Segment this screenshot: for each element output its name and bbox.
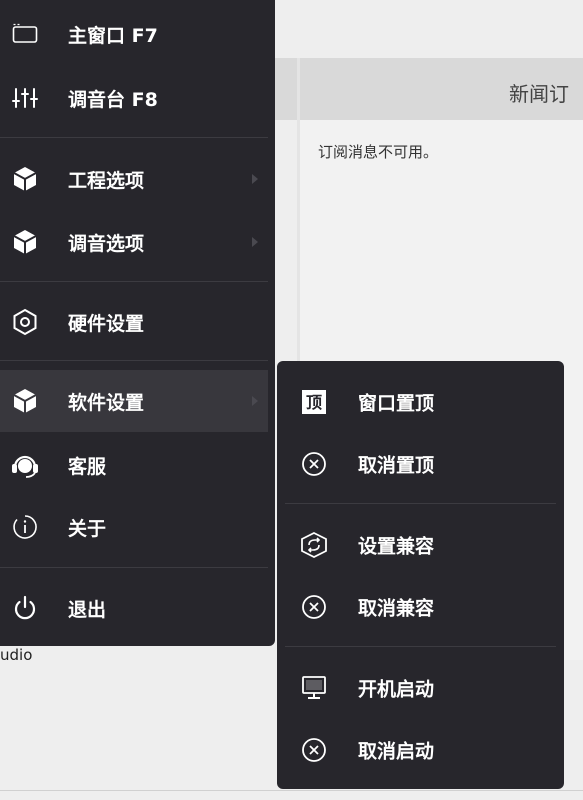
pin-top-icon-text: 顶: [306, 393, 322, 412]
menu-item-about[interactable]: 关于: [0, 496, 275, 558]
submenu-item-cancel-launch[interactable]: 取消启动: [277, 719, 564, 781]
menu-item-label: 调音台 F8: [68, 88, 158, 111]
submenu-item-label: 开机启动: [358, 678, 435, 701]
submenu-item-launch-on-boot[interactable]: 开机启动: [277, 657, 564, 719]
submenu-item-label: 设置兼容: [358, 535, 435, 558]
menu-item-label: 软件设置: [68, 391, 145, 414]
submenu-arrow-icon: [252, 396, 258, 406]
menu-item-label: 退出: [68, 598, 107, 621]
menu-item-main-window[interactable]: 主窗口 F7: [0, 3, 275, 65]
menu-separator: [0, 137, 268, 138]
info-icon: [10, 512, 40, 542]
headset-icon: [10, 450, 40, 480]
submenu-separator: [285, 646, 556, 647]
subscription-message: 订阅消息不可用。: [318, 143, 439, 161]
cancel-icon: [299, 449, 329, 479]
compat-icon: [299, 530, 329, 560]
menu-separator: [0, 281, 268, 282]
submenu-item-label: 取消兼容: [358, 597, 435, 620]
mixer-icon: [10, 83, 40, 113]
submenu-item-cancel-compat[interactable]: 取消兼容: [277, 576, 564, 638]
submenu-item-label: 取消置顶: [358, 454, 435, 477]
hexagon-gear-icon: [10, 307, 40, 337]
submenu-item-label: 窗口置顶: [358, 392, 435, 415]
submenu-item-set-compat[interactable]: 设置兼容: [277, 514, 564, 576]
menu-item-label: 关于: [68, 517, 107, 540]
news-panel-title: 新闻订: [509, 82, 569, 106]
menu-item-software-settings[interactable]: 软件设置: [0, 370, 268, 432]
submenu-item-cancel-on-top[interactable]: 取消置顶: [277, 433, 564, 495]
cancel-icon: [299, 735, 329, 765]
cube-icon: [10, 227, 40, 257]
submenu-item-window-on-top[interactable]: 顶 窗口置顶: [277, 371, 564, 433]
power-icon: [10, 593, 40, 623]
menu-item-mixer[interactable]: 调音台 F8: [0, 67, 275, 129]
menu-item-mixing-options[interactable]: 调音选项: [0, 211, 275, 273]
submenu-separator: [285, 503, 556, 504]
menu-separator: [0, 360, 268, 361]
bottom-divider: [0, 790, 583, 791]
cube-icon: [10, 386, 40, 416]
menu-item-label: 客服: [68, 455, 107, 478]
menu-item-label: 调音选项: [68, 232, 145, 255]
menu-item-label: 硬件设置: [68, 312, 145, 335]
main-menu: 主窗口 F7 调音台 F8 工程选项 调音选项 硬件设置 软件设置 客服 关于 …: [0, 0, 275, 646]
pin-top-icon: 顶: [299, 387, 329, 417]
submenu-arrow-icon: [252, 174, 258, 184]
menu-item-label: 工程选项: [68, 169, 145, 192]
cube-icon: [10, 164, 40, 194]
monitor-icon: [299, 673, 329, 703]
menu-item-customer-service[interactable]: 客服: [0, 434, 275, 496]
menu-separator: [0, 567, 268, 568]
submenu-arrow-icon: [252, 237, 258, 247]
panel-header-left: [275, 58, 297, 120]
window-icon: [10, 19, 40, 49]
menu-item-label: 主窗口 F7: [68, 24, 158, 47]
cancel-icon: [299, 592, 329, 622]
menu-item-hardware-settings[interactable]: 硬件设置: [0, 291, 275, 353]
menu-item-project-options[interactable]: 工程选项: [0, 148, 275, 210]
background-label: udio: [0, 646, 33, 664]
submenu-item-label: 取消启动: [358, 740, 435, 763]
menu-item-exit[interactable]: 退出: [0, 577, 275, 639]
software-settings-submenu: 顶 窗口置顶 取消置顶 设置兼容 取消兼容 开机启动 取消启动: [277, 361, 564, 789]
